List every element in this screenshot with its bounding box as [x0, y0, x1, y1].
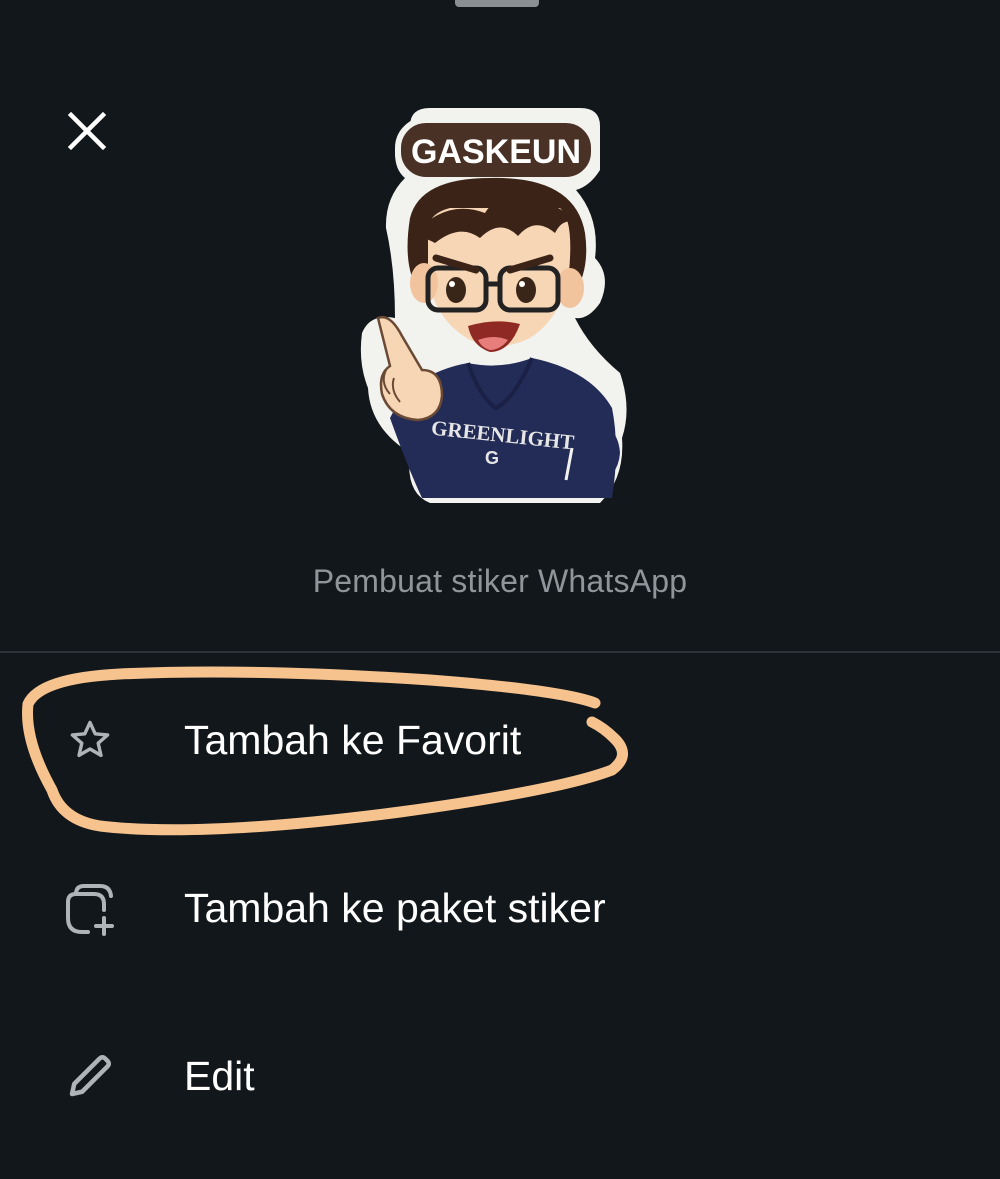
- menu-item-label: Tambah ke Favorit: [184, 716, 522, 763]
- pencil-icon: [58, 1044, 122, 1108]
- close-icon: [67, 111, 107, 151]
- sticker-image[interactable]: GASKEUN GREENLIGHT G: [350, 108, 640, 508]
- menu-item-add-to-sticker-pack[interactable]: Tambah ke paket stiker: [0, 848, 1000, 968]
- close-button[interactable]: [60, 104, 114, 158]
- menu-item-label: Tambah ke paket stiker: [184, 884, 606, 931]
- sticker-add-icon: [58, 876, 122, 940]
- drag-handle[interactable]: [455, 0, 539, 7]
- star-icon: [58, 708, 122, 772]
- divider: [0, 651, 1000, 653]
- sticker-creator-label: Pembuat stiker WhatsApp: [312, 563, 688, 599]
- sticker-banner-text: GASKEUN: [411, 133, 581, 171]
- menu-item-edit[interactable]: Edit: [0, 1016, 1000, 1136]
- bottom-sheet: GASKEUN GREENLIGHT G Pembuat stiker What…: [0, 0, 1000, 1179]
- menu-item-label: Edit: [184, 1052, 255, 1099]
- menu-item-add-to-favorites[interactable]: Tambah ke Favorit: [0, 680, 1000, 800]
- sticker-shirt-logo: G: [485, 448, 499, 468]
